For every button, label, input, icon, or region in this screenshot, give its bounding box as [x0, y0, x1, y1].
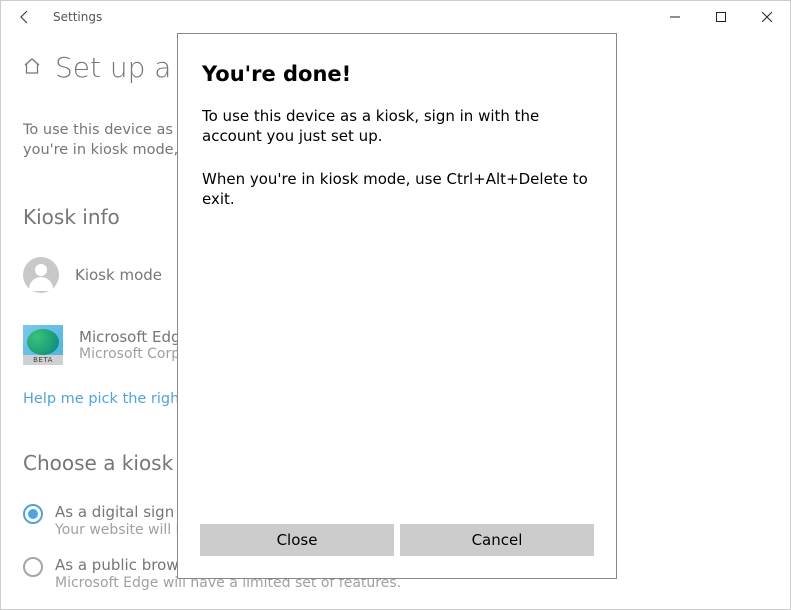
titlebar: Settings	[1, 1, 790, 33]
radio-icon	[23, 557, 43, 577]
home-icon[interactable]	[23, 57, 41, 79]
close-icon	[762, 12, 772, 22]
dialog-title: You're done!	[202, 62, 592, 86]
kiosk-account-name: Kiosk mode	[75, 266, 162, 284]
back-button[interactable]	[1, 1, 49, 33]
avatar-icon	[23, 257, 59, 293]
done-dialog: You're done! To use this device as a kio…	[177, 33, 617, 579]
radio-icon	[23, 504, 43, 524]
minimize-icon	[670, 12, 680, 22]
dialog-text-1: To use this device as a kiosk, sign in w…	[202, 106, 592, 147]
maximize-icon	[716, 12, 726, 22]
cancel-button[interactable]: Cancel	[400, 524, 594, 556]
dialog-text-2: When you're in kiosk mode, use Ctrl+Alt+…	[202, 169, 592, 210]
maximize-button[interactable]	[698, 1, 744, 33]
edge-beta-icon: BETA	[23, 325, 63, 365]
close-window-button[interactable]	[744, 1, 790, 33]
minimize-button[interactable]	[652, 1, 698, 33]
app-title: Settings	[53, 10, 102, 24]
back-arrow-icon	[17, 9, 33, 25]
close-button[interactable]: Close	[200, 524, 394, 556]
